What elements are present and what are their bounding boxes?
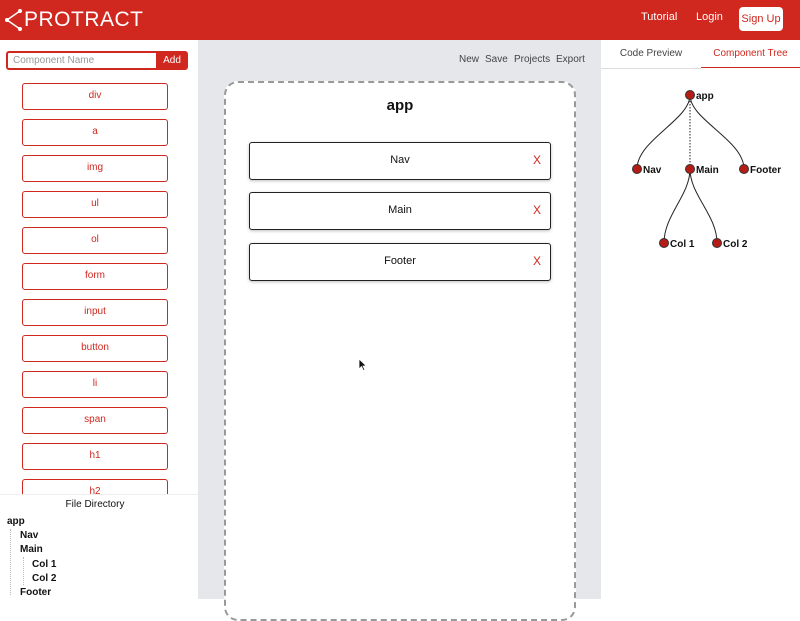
child-component-label: Footer	[384, 255, 416, 267]
file-directory-title: File Directory	[65, 499, 125, 510]
export-button[interactable]: Export	[556, 54, 585, 65]
component-canvas[interactable]: app Nav X Main X Footer X	[224, 81, 576, 621]
file-tree-item-col1[interactable]: Col 1	[32, 559, 56, 570]
child-component-nav[interactable]: Nav X	[249, 142, 551, 180]
tree-link	[689, 168, 718, 244]
tree-node-col2[interactable]: Col 2	[712, 238, 748, 251]
tree-node-label: Col 2	[723, 239, 748, 250]
file-tree-item-main[interactable]: Main	[20, 544, 43, 555]
tree-node-label: Footer	[750, 165, 781, 176]
tree-node-nav[interactable]: Nav	[632, 164, 662, 177]
element-button-a[interactable]: a	[22, 119, 168, 146]
tree-node-label: app	[696, 91, 714, 102]
app-header: PROTRACT Tutorial Login Sign Up	[0, 0, 800, 40]
file-tree-item-nav[interactable]: Nav	[20, 530, 38, 541]
file-tree-item-col2[interactable]: Col 2	[32, 573, 56, 584]
share-logo-icon	[5, 9, 22, 31]
element-list[interactable]: div a img ul ol form input button li spa…	[0, 83, 198, 494]
workspace: New Save Projects Export app Nav X Main …	[198, 40, 601, 621]
element-button-ol[interactable]: ol	[22, 227, 168, 254]
file-tree-item-app[interactable]: app	[7, 516, 25, 527]
logo-text: PROTRACT	[24, 8, 144, 31]
child-component-label: Nav	[390, 154, 410, 166]
tree-node-label: Main	[696, 165, 719, 176]
tree-node-footer[interactable]: Footer	[739, 164, 782, 177]
element-button-form[interactable]: form	[22, 263, 168, 290]
file-directory: File Directory app Nav Main Col 1 Col 2 …	[0, 494, 198, 599]
add-component-button[interactable]: Add	[156, 51, 188, 70]
component-tree-graph: app Nav Main Footer Col 1 Col 2	[632, 90, 782, 251]
element-button-div[interactable]: div	[22, 83, 168, 110]
element-button-span[interactable]: span	[22, 407, 168, 434]
element-button-li[interactable]: li	[22, 371, 168, 398]
tree-link	[663, 168, 691, 244]
tree-node-app[interactable]: app	[685, 90, 714, 103]
save-button[interactable]: Save	[485, 54, 508, 65]
tree-guide-line	[10, 529, 11, 595]
element-button-h2[interactable]: h2	[22, 479, 168, 494]
tree-node-label: Col 1	[670, 239, 695, 250]
projects-button[interactable]: Projects	[514, 54, 550, 65]
login-link[interactable]: Login	[696, 11, 723, 23]
remove-component-button[interactable]: X	[533, 193, 541, 228]
new-button[interactable]: New	[459, 54, 479, 65]
tutorial-link[interactable]: Tutorial	[641, 11, 677, 23]
logo[interactable]: PROTRACT	[4, 6, 144, 34]
tree-node-col1[interactable]: Col 1	[659, 238, 695, 251]
remove-component-button[interactable]: X	[533, 143, 541, 178]
element-button-h1[interactable]: h1	[22, 443, 168, 470]
canvas-title: app	[386, 97, 414, 114]
element-button-img[interactable]: img	[22, 155, 168, 182]
signup-button[interactable]: Sign Up	[739, 7, 783, 31]
file-tree-item-footer[interactable]: Footer	[20, 587, 51, 598]
element-button-ul[interactable]: ul	[22, 191, 168, 218]
right-panel: Code Preview Component Tree app Nav Main…	[601, 40, 800, 599]
element-button-input[interactable]: input	[22, 299, 168, 326]
child-component-label: Main	[388, 204, 412, 216]
tree-guide-line	[23, 557, 24, 585]
left-sidebar: Add div a img ul ol form input button li…	[0, 40, 198, 599]
child-component-footer[interactable]: Footer X	[249, 243, 551, 281]
tree-link	[636, 94, 691, 170]
child-component-main[interactable]: Main X	[249, 192, 551, 230]
tree-link	[689, 94, 745, 170]
element-button-button[interactable]: button	[22, 335, 168, 362]
mouse-cursor-icon	[358, 358, 368, 372]
remove-component-button[interactable]: X	[533, 244, 541, 279]
component-name-input[interactable]	[6, 51, 157, 70]
tree-node-label: Nav	[643, 165, 662, 176]
